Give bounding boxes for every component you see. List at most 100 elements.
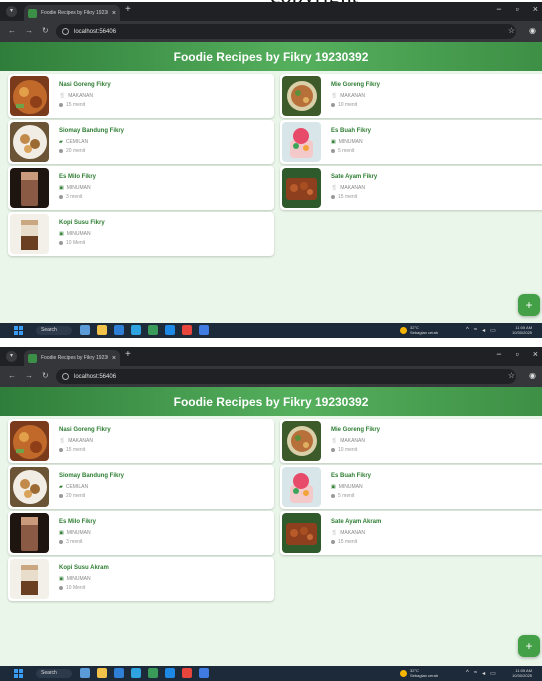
recipe-image [10,76,49,116]
chevron-up-icon[interactable]: ^ [466,670,469,677]
maximize-icon[interactable]: ▫ [516,349,519,359]
add-recipe-button[interactable]: + [518,294,540,316]
battery-icon[interactable]: ▭ [490,327,496,334]
recipe-card[interactable]: Nasi Goreng Fikry 🍴 MAKANAN 15 menit [8,419,274,463]
screenshot-bottom: ▾ Foodie Recipes by Fikry 19230… × + − ▫… [0,347,542,680]
site-info-icon[interactable] [62,28,69,35]
recipe-card[interactable]: Kopi Susu Fikry ▣ MINUMAN 10 Menit [8,212,274,256]
taskview-icon[interactable] [80,668,90,678]
windows-start-icon[interactable] [14,326,23,335]
recipe-category: ▣ MINUMAN [59,576,91,582]
app-title: Foodie Recipes by Fikry 19230392 [173,49,369,64]
recipe-card[interactable]: Kopi Susu Akram ▣ MINUMAN 10 Menit [8,557,274,601]
edge-icon[interactable] [131,325,141,335]
recipe-card[interactable]: Es Buah Fikry ▣ MINUMAN 5 menit [280,120,542,164]
taskbar-apps [80,325,209,335]
wifi-icon[interactable]: ≈ [474,670,477,677]
tab-close-icon[interactable]: × [112,10,116,17]
recipe-card[interactable]: Mie Goreng Fikry 🍴 MAKANAN 10 menit [280,419,542,463]
recipe-category: 🍴 MAKANAN [331,438,365,444]
volume-icon[interactable]: ◂ [482,327,485,334]
tab-close-icon[interactable]: × [112,355,116,362]
edge-icon[interactable] [131,668,141,678]
browser-tab[interactable]: Foodie Recipes by Fikry 19230… × [24,350,120,366]
forward-icon[interactable]: → [25,26,33,35]
reload-icon[interactable]: ↻ [42,26,49,35]
volume-icon[interactable]: ◂ [482,670,485,677]
recipe-time-label: 5 menit [338,493,355,499]
favicon-icon [28,8,37,18]
recipe-time: 3 menit [59,194,82,200]
chrome-icon[interactable] [182,325,192,335]
clock-icon [331,494,335,498]
chrome-icon[interactable] [182,668,192,678]
tab-search-icon[interactable]: ▾ [6,351,17,362]
minimize-icon[interactable]: − [496,4,501,14]
recipe-time-label: 15 menit [66,102,86,108]
clock-icon [59,195,63,199]
recipe-card[interactable]: Es Milo Fikry ▣ MINUMAN 3 menit [8,166,274,210]
recipe-image [282,513,321,553]
recipe-card[interactable]: Siomay Bandung Fikry ▰ CEMILAN 20 menit [8,465,274,509]
file-explorer-icon[interactable] [97,668,107,678]
mail-icon[interactable] [114,325,124,335]
system-tray: ^ ≈ ◂ ▭ [466,670,496,677]
clock-icon [331,195,335,199]
close-window-icon[interactable]: × [533,349,538,359]
address-bar[interactable]: localhost:56406 [56,24,516,39]
site-info-icon[interactable] [62,373,69,380]
mail-icon[interactable] [114,668,124,678]
bookmark-star-icon[interactable]: ☆ [508,26,515,35]
weather-widget[interactable]: 32°C Sebagian cerah [400,668,438,678]
new-tab-button[interactable]: + [125,4,131,15]
taskbar-clock[interactable]: 11:05 AM 10/30/2025 [512,668,532,678]
profile-icon[interactable]: ◉ [529,26,536,35]
taskbar-search[interactable]: Search [36,326,72,335]
maximize-icon[interactable]: ▫ [516,4,519,14]
recipe-card[interactable]: Sate Ayam Akram 🍴 MAKANAN 15 menit [280,511,542,555]
clock-date: 10/30/2025 [512,673,533,678]
app-icon[interactable] [148,325,158,335]
forward-icon[interactable]: → [25,371,33,380]
recipe-card[interactable]: Mie Goreng Fikry 🍴 MAKANAN 10 menit [280,74,542,118]
taskbar-clock[interactable]: 11:05 AM 10/30/2025 [512,325,532,335]
wifi-icon[interactable]: ≈ [474,327,477,334]
recipe-time-label: 3 menit [66,539,83,545]
app-icon[interactable] [199,325,209,335]
recipe-card[interactable]: Es Milo Fikry ▣ MINUMAN 3 menit [8,511,274,555]
recipe-category-label: MAKANAN [340,185,365,191]
minimize-icon[interactable]: − [496,349,501,359]
vscode-icon[interactable] [165,325,175,335]
recipe-image [10,214,49,254]
recipe-image [10,168,49,208]
file-explorer-icon[interactable] [97,325,107,335]
back-icon[interactable]: ← [8,371,16,380]
recipe-category: ▣ MINUMAN [331,484,363,490]
reload-icon[interactable]: ↻ [42,371,49,380]
back-icon[interactable]: ← [8,26,16,35]
taskbar-search[interactable]: Search [36,669,72,678]
tab-search-icon[interactable]: ▾ [6,6,17,17]
recipe-card[interactable]: Nasi Goreng Fikry 🍴 MAKANAN 15 menit [8,74,274,118]
weather-widget[interactable]: 32°C Sebagian cerah [400,325,438,335]
bookmark-star-icon[interactable]: ☆ [508,371,515,380]
app-icon[interactable] [199,668,209,678]
vscode-icon[interactable] [165,668,175,678]
windows-start-icon[interactable] [14,669,23,678]
add-recipe-button[interactable]: + [518,635,540,657]
recipe-card[interactable]: Sate Ayam Fikry 🍴 MAKANAN 15 menit [280,166,542,210]
recipe-time-label: 20 menit [66,493,86,499]
recipe-card[interactable]: Es Buah Fikry ▣ MINUMAN 5 menit [280,465,542,509]
utensils-icon: 🍴 [331,530,338,536]
close-window-icon[interactable]: × [533,4,538,14]
browser-toolbar: ← → ↻ localhost:56406 ☆ ◉ [0,21,542,42]
new-tab-button[interactable]: + [125,349,131,360]
address-bar[interactable]: localhost:56406 [56,369,516,384]
taskview-icon[interactable] [80,325,90,335]
chevron-up-icon[interactable]: ^ [466,327,469,334]
profile-icon[interactable]: ◉ [529,371,536,380]
recipe-card[interactable]: Siomay Bandung Fikry ▰ CEMILAN 20 menit [8,120,274,164]
battery-icon[interactable]: ▭ [490,670,496,677]
browser-tab[interactable]: Foodie Recipes by Fikry 19230… × [24,5,120,21]
app-icon[interactable] [148,668,158,678]
